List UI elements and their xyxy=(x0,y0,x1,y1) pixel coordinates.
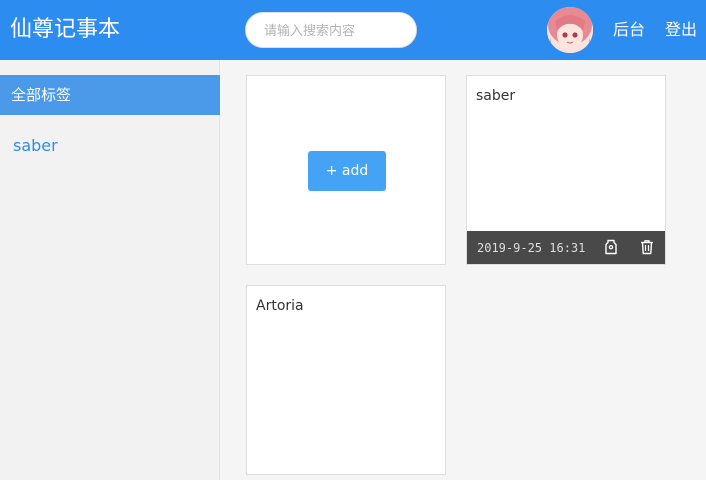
trash-icon[interactable] xyxy=(639,239,655,255)
add-note-card: + add xyxy=(246,75,446,265)
avatar[interactable] xyxy=(547,7,593,53)
add-note-button[interactable]: + add xyxy=(308,151,386,191)
search-input[interactable] xyxy=(262,13,406,49)
note-card[interactable]: Artoria xyxy=(246,285,446,475)
avatar-image xyxy=(547,7,593,53)
note-text: saber xyxy=(476,88,516,104)
sidebar: 全部标签 saber xyxy=(0,60,220,480)
note-card-footer: 2019-9-25 16:31 xyxy=(467,231,665,264)
top-navbar: 仙尊记事本 后台 登出 xyxy=(0,0,706,60)
note-card[interactable]: saber 2019-9-25 16:31 xyxy=(466,75,666,265)
tag-icon[interactable] xyxy=(603,239,619,255)
app-title: 仙尊记事本 xyxy=(10,17,121,42)
admin-link[interactable]: 后台 xyxy=(613,19,645,41)
logout-link[interactable]: 登出 xyxy=(665,19,697,41)
sidebar-tag-saber[interactable]: saber xyxy=(13,135,58,157)
note-date: 2019-9-25 16:31 xyxy=(477,241,586,255)
sidebar-item-all-tags[interactable]: 全部标签 xyxy=(0,75,220,115)
search-box[interactable] xyxy=(245,12,417,49)
note-text: Artoria xyxy=(256,298,304,314)
